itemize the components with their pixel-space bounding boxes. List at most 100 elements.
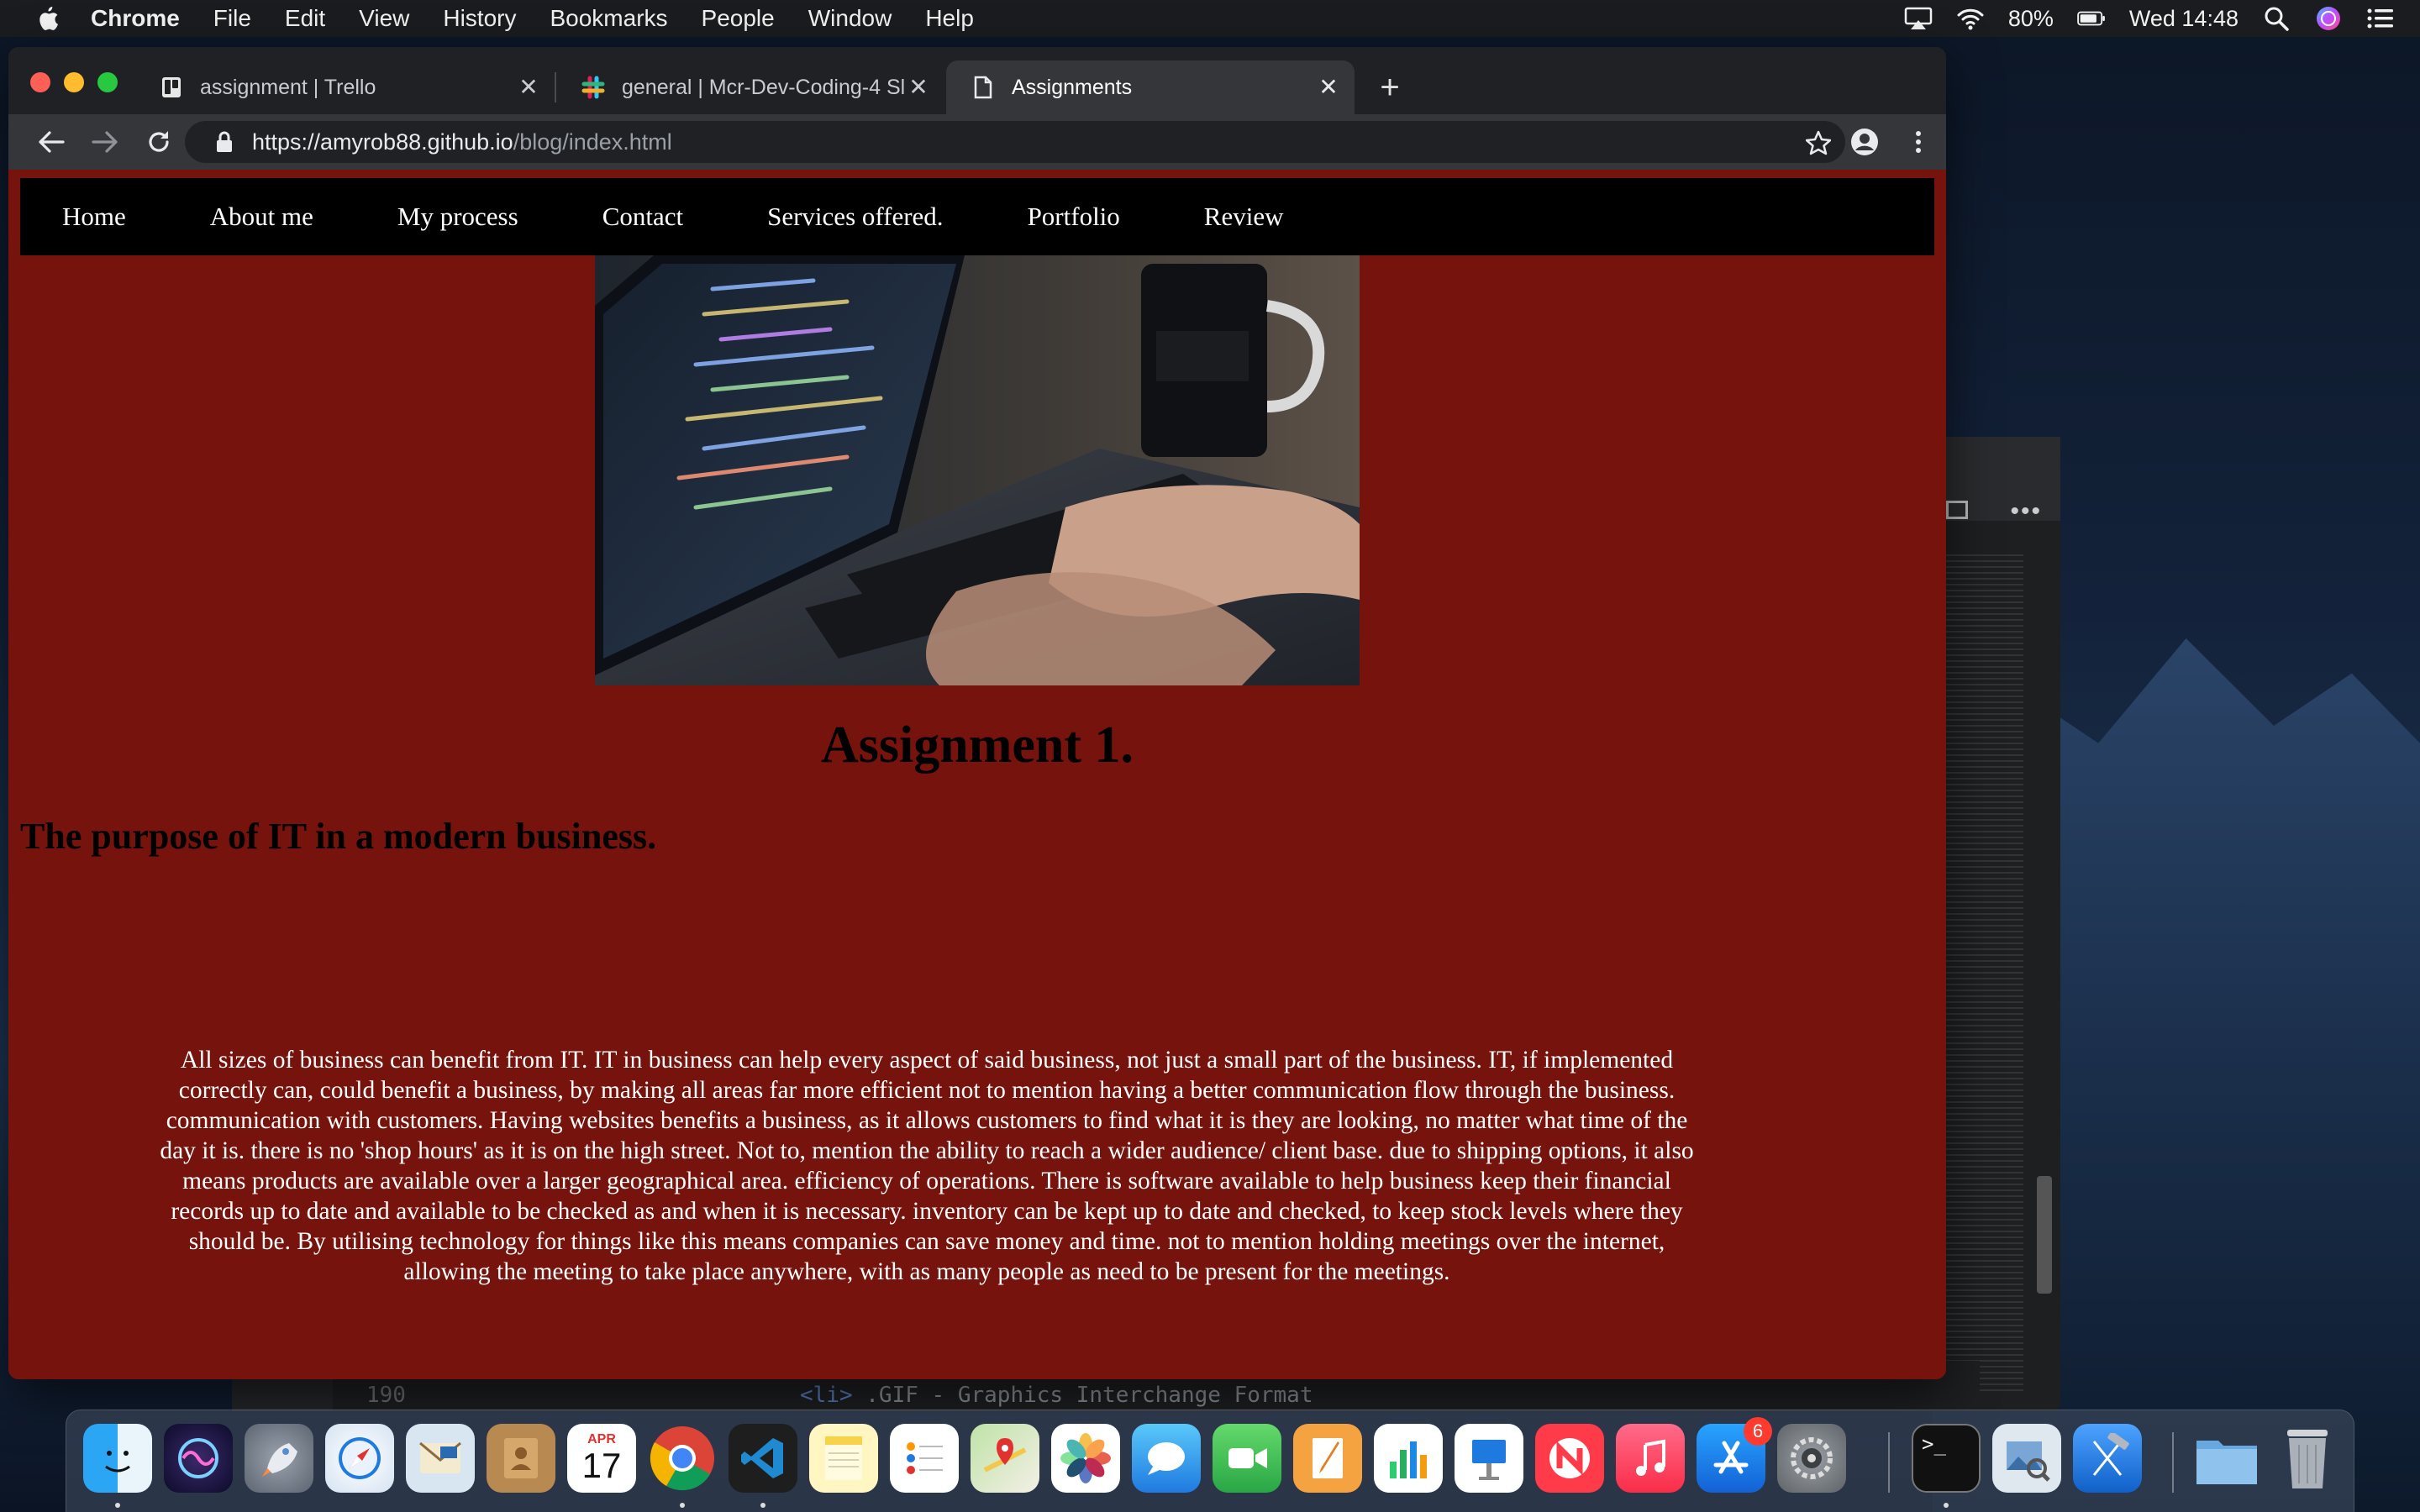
window-controls — [30, 72, 118, 92]
body-paragraph: All sizes of business can benefit from I… — [160, 1047, 1694, 1285]
url-text[interactable]: https://amyrob88.github.io/blog/index.ht… — [252, 129, 672, 155]
wifi-icon[interactable] — [1956, 6, 1985, 31]
page-title: Assignment 1. — [820, 717, 1134, 774]
running-indicator — [680, 1503, 685, 1508]
mail-icon[interactable] — [406, 1424, 475, 1493]
document-icon — [971, 76, 995, 99]
menu-help[interactable]: Help — [925, 5, 974, 32]
close-window-button[interactable] — [30, 72, 50, 92]
tab-title: Assignments — [1012, 75, 1133, 99]
app-store-icon[interactable]: 6 — [1697, 1417, 1772, 1493]
nav-about-me[interactable]: About me — [210, 202, 313, 232]
close-tab-icon[interactable]: ✕ — [516, 74, 541, 100]
system-preferences-icon[interactable] — [1777, 1424, 1846, 1493]
background-editor-window[interactable]: ••• — [1933, 437, 2060, 1411]
menu-history[interactable]: History — [443, 5, 516, 32]
nav-home[interactable]: Home — [62, 202, 126, 232]
tab-trello[interactable]: assignment | Trello ✕ — [134, 60, 555, 114]
url-host: https://amyrob88.github.io — [252, 129, 513, 155]
nav-review[interactable]: Review — [1204, 202, 1284, 232]
menu-view[interactable]: View — [359, 5, 409, 32]
apple-menu-icon[interactable] — [34, 5, 60, 32]
siri-icon[interactable] — [164, 1424, 233, 1493]
notes-icon[interactable] — [809, 1424, 878, 1493]
battery-icon[interactable] — [2077, 6, 2106, 31]
menu-window[interactable]: Window — [808, 5, 892, 32]
profile-avatar-icon[interactable] — [1845, 123, 1884, 161]
forward-arrow-icon[interactable] — [86, 123, 124, 161]
airplay-icon[interactable] — [1904, 6, 1933, 31]
nav-my-process[interactable]: My process — [397, 202, 518, 232]
keynote-icon[interactable] — [1455, 1424, 1523, 1493]
terminal-icon[interactable]: >_ — [1912, 1424, 1981, 1493]
nav-services-offered[interactable]: Services offered. — [767, 202, 943, 232]
more-options-icon[interactable]: ••• — [2010, 497, 2042, 526]
address-bar[interactable]: https://amyrob88.github.io/blog/index.ht… — [185, 121, 1845, 163]
pages-icon[interactable] — [1293, 1424, 1362, 1493]
editor-scrollbar[interactable] — [2037, 1176, 2052, 1294]
browser-menu-icon[interactable] — [1899, 123, 1938, 161]
safari-icon[interactable] — [325, 1424, 394, 1493]
tab-slack[interactable]: general | Mcr-Dev-Coding-4 Sl ✕ — [556, 60, 944, 114]
new-tab-button[interactable]: + — [1371, 69, 1408, 106]
launchpad-icon[interactable] — [245, 1424, 313, 1493]
slack-icon — [581, 76, 605, 99]
siri-menu-icon[interactable] — [2314, 6, 2343, 31]
music-icon[interactable] — [1616, 1424, 1685, 1493]
web-page: Home About me My process Contact Service… — [8, 170, 1946, 1379]
page-subtitle: The purpose of IT in a modern business. — [20, 816, 657, 857]
editor-minimap[interactable] — [1939, 554, 2023, 1394]
tab-title: assignment | Trello — [200, 75, 376, 99]
notification-center-icon[interactable] — [2366, 6, 2395, 31]
menu-people[interactable]: People — [702, 5, 775, 32]
trash-icon[interactable] — [2273, 1424, 2342, 1493]
split-layout-icon[interactable] — [1946, 501, 1968, 519]
code-line: <li> .GIF - Graphics Interchange Format — [800, 1383, 1313, 1408]
contacts-icon[interactable] — [487, 1424, 555, 1493]
downloads-folder-icon[interactable] — [2192, 1424, 2261, 1493]
lock-icon[interactable] — [215, 130, 234, 154]
spotlight-search-icon[interactable] — [2262, 6, 2291, 31]
dock-separator — [1888, 1432, 1890, 1493]
battery-percentage: 80% — [2007, 5, 2054, 31]
reminders-icon[interactable] — [890, 1424, 959, 1493]
menu-app-name[interactable]: Chrome — [91, 5, 180, 32]
vscode-icon[interactable] — [729, 1424, 797, 1493]
preview-icon[interactable] — [1992, 1424, 2061, 1493]
code-tag: <li> — [800, 1383, 853, 1408]
nav-portfolio[interactable]: Portfolio — [1028, 202, 1120, 232]
minimize-window-button[interactable] — [64, 72, 84, 92]
url-path: /blog/index.html — [513, 129, 672, 155]
menu-bookmarks[interactable]: Bookmarks — [550, 5, 667, 32]
facetime-icon[interactable] — [1213, 1424, 1281, 1493]
finder-icon[interactable] — [83, 1424, 152, 1493]
zoom-window-button[interactable] — [97, 72, 118, 92]
news-icon[interactable] — [1535, 1424, 1604, 1493]
close-tab-icon[interactable]: ✕ — [1316, 74, 1341, 100]
back-arrow-icon[interactable] — [32, 123, 71, 161]
code-line-number: 190 — [366, 1383, 406, 1408]
tab-assignments[interactable]: Assignments ✕ — [946, 60, 1355, 114]
close-tab-icon[interactable]: ✕ — [906, 74, 931, 100]
running-indicator — [1944, 1503, 1949, 1508]
photos-icon[interactable] — [1051, 1424, 1120, 1493]
xcode-icon[interactable] — [2073, 1424, 2142, 1493]
chrome-icon[interactable] — [648, 1424, 717, 1493]
browser-window: assignment | Trello ✕ general | Mcr-Dev-… — [8, 47, 1946, 1379]
menu-bar: Chrome File Edit View History Bookmarks … — [0, 0, 2420, 37]
reload-icon[interactable] — [139, 123, 178, 161]
messages-icon[interactable] — [1132, 1424, 1201, 1493]
calendar-day: 17 — [581, 1446, 622, 1485]
calendar-icon[interactable]: APR 17 — [567, 1424, 636, 1493]
maps-icon[interactable] — [971, 1424, 1039, 1493]
bookmark-star-icon[interactable] — [1805, 129, 1832, 156]
nav-contact[interactable]: Contact — [602, 202, 683, 232]
menu-bar-status: 80% Wed 14:48 — [1904, 0, 2395, 37]
numbers-icon[interactable] — [1374, 1424, 1443, 1493]
site-nav: Home About me My process Contact Service… — [20, 178, 1934, 255]
menu-file[interactable]: File — [213, 5, 251, 32]
menu-bar-clock[interactable]: Wed 14:48 — [2129, 6, 2238, 32]
app-store-badge: 6 — [1744, 1417, 1772, 1446]
menu-edit[interactable]: Edit — [285, 5, 325, 32]
browser-toolbar: https://amyrob88.github.io/blog/index.ht… — [8, 114, 1946, 170]
